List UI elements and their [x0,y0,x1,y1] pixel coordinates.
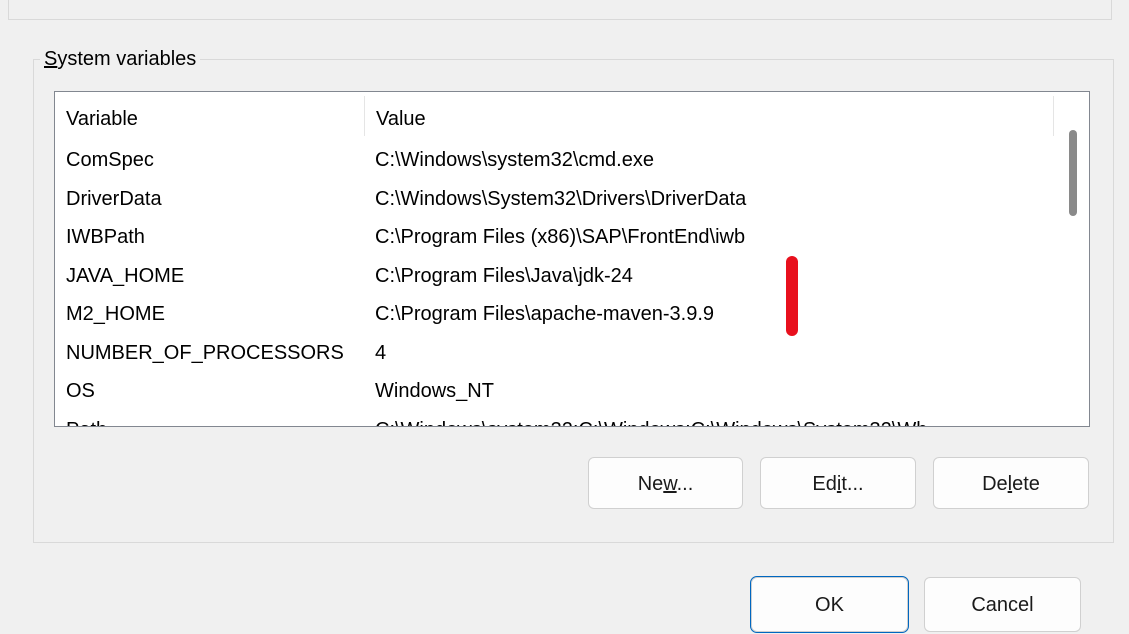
variable-cell: IWBPath [66,226,145,248]
list-rows: ComSpec C:\Windows\system32\cmd.exe Driv… [55,141,1055,427]
value-cell: C:\Program Files (x86)\SAP\FrontEnd\iwb [375,226,746,248]
delete-label-pre: De [982,473,1008,495]
table-row[interactable]: DriverData C:\Windows\System32\Drivers\D… [55,180,1055,219]
variable-cell: JAVA_HOME [66,264,185,287]
new-label-accel: w [663,473,677,495]
new-button[interactable]: New... [588,457,743,509]
value-cell: C:\Windows\system32\cmd.exe [375,149,654,171]
column-header-variable[interactable]: Variable [55,92,365,145]
variable-cell: NUMBER_OF_PROCESSORS [66,341,344,364]
value-cell: C:\Windows\System32\Drivers\DriverData [375,187,747,210]
delete-button[interactable]: Delete [933,457,1089,509]
edit-button[interactable]: Edit... [760,457,916,509]
value-cell: 4 [375,341,387,364]
variable-cell: ComSpec [66,149,154,171]
delete-label-post: ete [1012,473,1040,495]
red-annotation-mark [786,256,798,336]
variable-cell: OS [66,380,95,402]
edit-label-pre: Ed [812,473,837,495]
table-row[interactable]: ComSpec C:\Windows\system32\cmd.exe [55,141,1055,180]
system-variables-list[interactable]: Variable Value ComSpec C:\Windows\system… [54,91,1090,427]
value-cell: C:\Windows\system32;C:\Windows;C:\Window… [375,411,927,427]
table-row[interactable]: JAVA_HOME C:\Program Files\Java\jdk-24 [55,257,1055,296]
column-separator-end[interactable] [1053,96,1054,136]
column-header-value[interactable]: Value [365,92,1053,145]
title-accelerator: S [44,48,58,70]
edit-label-post: t... [841,473,864,495]
list-header: Variable Value [55,92,1055,145]
table-row[interactable]: OS Windows_NT [55,372,1055,411]
variable-cell: DriverData [66,187,162,210]
vertical-scrollbar[interactable] [1055,92,1089,426]
table-row[interactable]: M2_HOME C:\Program Files\apache-maven-3.… [55,295,1055,334]
ok-button[interactable]: OK [750,576,909,633]
table-row[interactable]: NUMBER_OF_PROCESSORS 4 [55,334,1055,373]
new-label-pre: Ne [637,473,664,495]
new-label-post: ... [676,473,694,495]
scrollbar-thumb[interactable] [1069,130,1077,216]
value-cell: C:\Program Files\Java\jdk-24 [375,264,633,287]
variable-cell: M2_HOME [66,303,165,325]
user-variables-group-edge [8,0,1112,20]
value-cell: C:\Program Files\apache-maven-3.9.9 [375,303,715,325]
system-variables-title: System variables [40,46,201,72]
variable-cell: Path [66,411,107,427]
column-separator[interactable] [364,96,365,136]
table-row[interactable]: Path C:\Windows\system32;C:\Windows;C:\W… [55,411,1055,427]
title-rest: ystem variables [57,48,197,70]
cancel-button[interactable]: Cancel [924,577,1081,632]
table-row[interactable]: IWBPath C:\Program Files (x86)\SAP\Front… [55,218,1055,257]
value-cell: Windows_NT [375,380,494,402]
environment-variables-dialog: System variables Variable Value ComSpec … [0,0,1129,634]
